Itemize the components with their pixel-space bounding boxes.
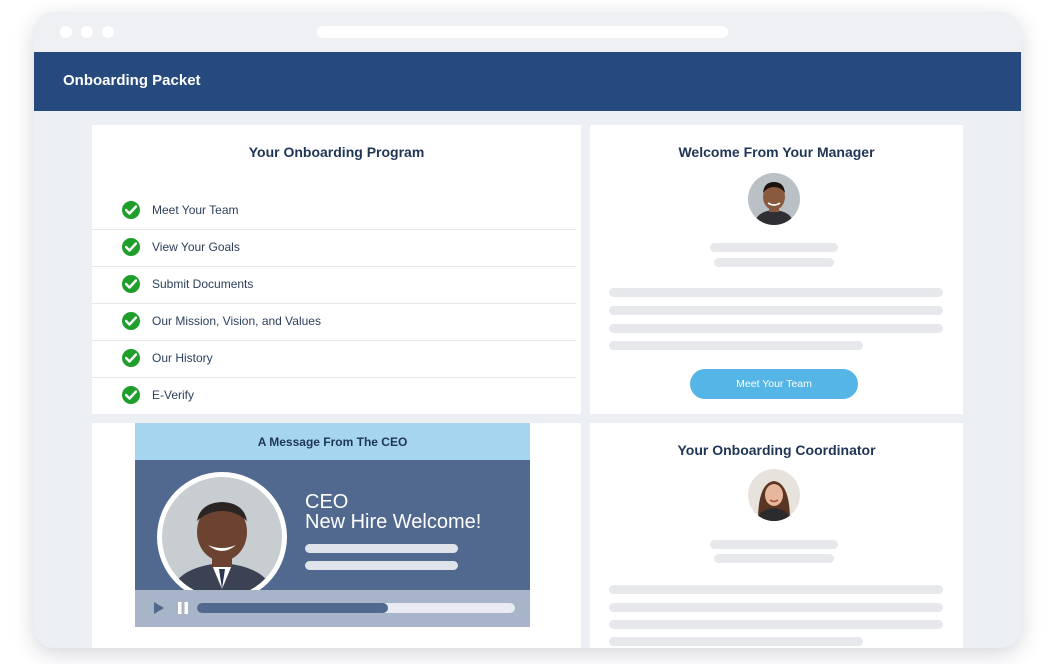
program-item-view-goals[interactable]: View Your Goals <box>92 229 576 267</box>
placeholder-line <box>609 341 863 350</box>
placeholder-line <box>714 258 834 267</box>
manager-avatar <box>748 173 800 225</box>
program-title: Your Onboarding Program <box>248 144 425 160</box>
address-bar[interactable] <box>317 26 728 38</box>
check-circle-icon <box>122 386 140 404</box>
placeholder-line <box>710 540 838 549</box>
placeholder-line <box>714 554 834 563</box>
check-circle-icon <box>122 238 140 256</box>
placeholder-line <box>609 585 943 594</box>
ceo-photo <box>157 472 287 602</box>
ceo-message-card: A Message From The CEO CEO New Hire Welc… <box>92 423 581 648</box>
placeholder-line <box>609 637 863 646</box>
onboarding-program-card: Your Onboarding Program Meet Your Team V… <box>92 125 581 414</box>
placeholder-line <box>609 288 943 297</box>
placeholder-line <box>305 561 458 570</box>
video-progress-fill <box>197 603 388 613</box>
browser-window: Onboarding Packet Your Onboarding Progra… <box>34 12 1021 648</box>
check-circle-icon <box>122 201 140 219</box>
program-item-everify[interactable]: E-Verify <box>92 377 576 414</box>
program-item-label: Our History <box>152 351 213 365</box>
check-circle-icon <box>122 312 140 330</box>
ceo-banner: A Message From The CEO <box>135 423 530 460</box>
program-item-label: Our Mission, Vision, and Values <box>152 314 321 328</box>
check-circle-icon <box>122 275 140 293</box>
placeholder-line <box>609 620 943 629</box>
ceo-video-subtitle: New Hire Welcome! <box>305 511 482 533</box>
app-header: Onboarding Packet <box>34 52 1021 111</box>
manager-card: Welcome From Your Manager Meet Your Team <box>590 125 963 414</box>
ceo-video-player[interactable]: CEO New Hire Welcome! <box>135 460 530 627</box>
placeholder-line <box>609 306 943 315</box>
placeholder-line <box>609 324 943 333</box>
window-dot-minimize[interactable] <box>81 26 93 38</box>
app-title: Onboarding Packet <box>63 72 201 89</box>
check-circle-icon <box>122 349 140 367</box>
window-dot-maximize[interactable] <box>102 26 114 38</box>
window-dot-close[interactable] <box>60 26 72 38</box>
program-item-submit-documents[interactable]: Submit Documents <box>92 266 576 304</box>
coordinator-card: Your Onboarding Coordinator <box>590 423 963 648</box>
program-item-mission[interactable]: Our Mission, Vision, and Values <box>92 303 576 341</box>
browser-chrome <box>34 12 1021 52</box>
placeholder-line <box>710 243 838 252</box>
program-item-label: E-Verify <box>152 388 195 402</box>
program-item-meet-team[interactable]: Meet Your Team <box>92 192 576 230</box>
manager-title: Welcome From Your Manager <box>678 144 875 160</box>
placeholder-line <box>609 603 943 612</box>
program-item-label: Meet Your Team <box>152 203 239 217</box>
pause-icon[interactable] <box>177 602 189 614</box>
video-progress-track[interactable] <box>197 603 515 613</box>
program-item-label: Submit Documents <box>152 277 254 291</box>
program-item-label: View Your Goals <box>152 240 240 254</box>
placeholder-line <box>305 544 458 553</box>
ceo-video-title: CEO <box>305 491 349 513</box>
coordinator-title: Your Onboarding Coordinator <box>677 442 876 458</box>
play-icon[interactable] <box>153 602 165 614</box>
coordinator-avatar <box>748 469 800 521</box>
video-controls <box>135 590 530 627</box>
program-item-history[interactable]: Our History <box>92 340 576 378</box>
meet-your-team-button[interactable]: Meet Your Team <box>690 369 858 399</box>
